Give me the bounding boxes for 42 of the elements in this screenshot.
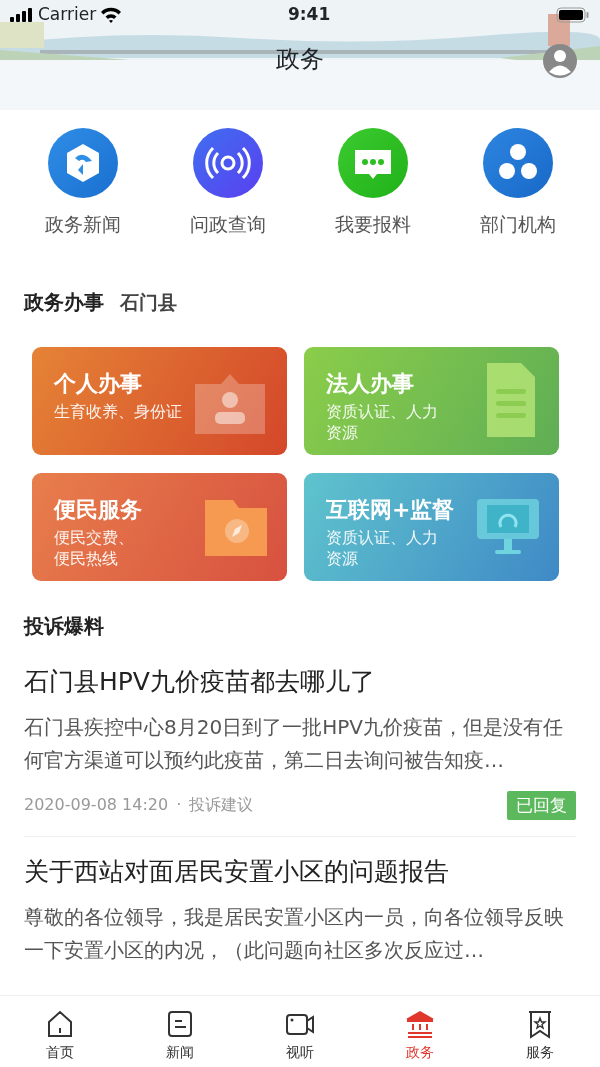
carrier-name: Carrier [38, 3, 97, 27]
card-subtitle: 生育收养、身份证 [54, 400, 182, 423]
quick-link[interactable]: 部门机构 [452, 128, 583, 239]
signal-icon [10, 8, 34, 22]
avatar-icon[interactable] [542, 43, 578, 79]
section-title: 政务办事 [24, 288, 104, 316]
time: 9:41 [287, 3, 331, 27]
monitor-icon [475, 496, 541, 557]
card-title: 互联网+监督 [326, 496, 455, 523]
status-tag: 已回复 [507, 790, 576, 820]
article-title[interactable]: 关于西站对面居民安置小区的问题报告 [24, 857, 576, 887]
battery-icon [556, 7, 590, 23]
article-title[interactable]: 石门县HPV九价疫苗都去哪儿了 [24, 666, 576, 697]
building-icon [405, 1009, 435, 1039]
article-category: 投诉建议 [189, 794, 254, 817]
tab[interactable]: 首页 [0, 996, 120, 1067]
quick-link[interactable]: 政务新闻 [17, 128, 148, 239]
separator-dot: · [176, 794, 182, 817]
group-icon [482, 128, 553, 198]
quick-link[interactable]: 问政查询 [162, 128, 293, 239]
news-icon [165, 1009, 195, 1039]
tab[interactable]: 视听 [240, 996, 360, 1067]
region-label: 石门县 [120, 289, 177, 315]
card-subtitle: 便民交费、便民热线 [54, 526, 135, 571]
card-title: 法人办事 [326, 370, 415, 397]
page-title: 政务 [276, 47, 324, 71]
article-time: 2020-09-08 14:20 [24, 794, 169, 817]
section-title: 投诉爆料 [22, 612, 105, 640]
wifi-icon [100, 7, 123, 23]
card-subtitle: 资质认证、人力资源 [326, 400, 439, 445]
broadcast-icon [192, 128, 263, 198]
card-subtitle: 资质认证、人力资源 [326, 526, 439, 571]
card-title: 个人办事 [54, 370, 143, 397]
tab[interactable]: 政务 [360, 996, 480, 1067]
tab[interactable]: 新闻 [120, 996, 240, 1067]
article-summary: 尊敬的各位领导，我是居民安置小区内一员，向各位领导反映一下安置小区的内况，（此问题向社区多次反应过… [24, 904, 565, 964]
chat-icon [337, 128, 408, 198]
card-title: 便民服务 [54, 496, 142, 523]
quick-link[interactable]: 我要报料 [307, 128, 438, 239]
tab[interactable]: 服务 [480, 996, 600, 1067]
home-icon [45, 1009, 75, 1039]
article-summary: 石门县疾控中心8月20日到了一批HPV九价疫苗，但是没有任何官方渠道可以预约此疫苗，第二日去询问被告知疫… [24, 713, 564, 774]
